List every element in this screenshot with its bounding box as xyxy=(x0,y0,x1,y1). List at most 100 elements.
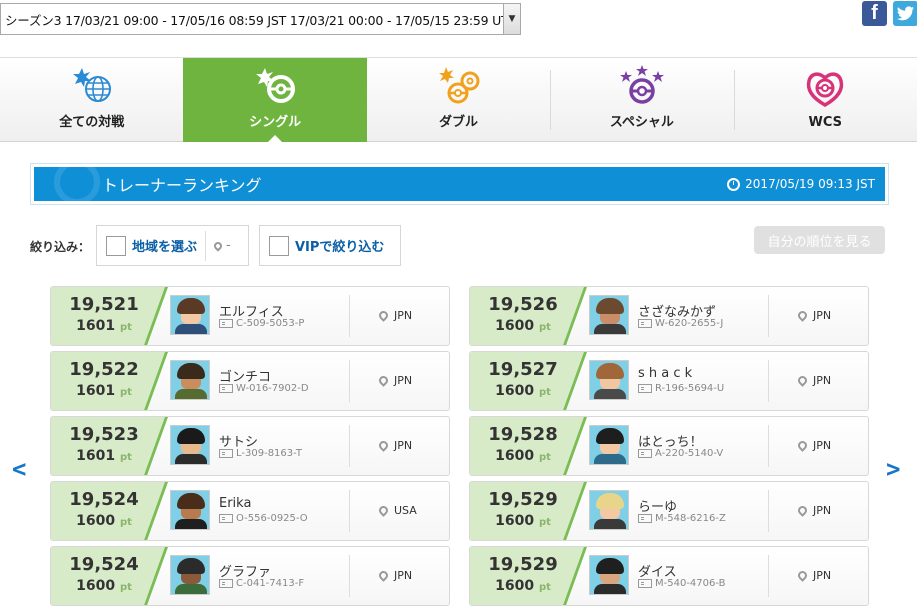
pokeball-watermark-icon xyxy=(54,167,100,201)
avatar xyxy=(589,295,629,335)
pt-unit: pt xyxy=(119,322,132,333)
pt-unit: pt xyxy=(538,517,551,528)
ranking-card[interactable]: 19,529 1600 pt ダイス M-540-4706-B JPN xyxy=(469,546,869,606)
divider xyxy=(768,295,769,337)
vip-filter-label[interactable]: VIPで絞り込む xyxy=(295,236,384,255)
avatar xyxy=(589,425,629,465)
tab-label: シングル xyxy=(249,115,302,130)
player-id-text: W-016-7902-D xyxy=(236,383,309,394)
prev-page-arrow-icon[interactable]: < xyxy=(12,455,26,483)
player-id-text: L-309-8163-T xyxy=(236,448,302,459)
rating-points: 1600 pt xyxy=(478,383,568,399)
ranking-card[interactable]: 19,522 1601 pt ゴンチコ W-016-7902-D JPN xyxy=(50,351,450,411)
next-page-arrow-icon[interactable]: > xyxy=(886,455,900,483)
region-checkbox[interactable] xyxy=(106,235,126,256)
region-filter[interactable]: 地域を選ぶ - xyxy=(96,225,249,266)
pt-unit: pt xyxy=(119,517,132,528)
vip-filter[interactable]: VIPで絞り込む xyxy=(259,225,401,266)
player-id-text: M-540-4706-B xyxy=(655,578,726,589)
player-country: JPN xyxy=(377,569,412,582)
player-id: M-540-4706-B xyxy=(638,578,726,589)
tab-special[interactable]: スペシャル xyxy=(550,58,733,142)
location-pin-icon xyxy=(796,439,809,452)
divider xyxy=(768,360,769,402)
country-code: JPN xyxy=(813,569,832,582)
view-own-rank-button[interactable]: 自分の順位を見る xyxy=(754,226,885,254)
player-id: W-016-7902-D xyxy=(219,383,309,394)
pt-unit: pt xyxy=(538,582,551,593)
season-select[interactable]: シーズン3 17/03/21 09:00 - 17/05/16 08:59 JS… xyxy=(0,3,521,35)
ranking-card[interactable]: 19,524 1600 pt グラファ C-041-7413-F JPN xyxy=(50,546,450,606)
rating-value: 1600 xyxy=(495,383,535,399)
player-id-text: W-620-2655-J xyxy=(655,318,724,329)
pt-unit: pt xyxy=(538,452,551,463)
tab-all-battles[interactable]: 全ての対戦 xyxy=(0,58,183,142)
location-pin-icon xyxy=(377,374,390,387)
rank-score: 19,524 xyxy=(69,554,139,575)
id-card-icon xyxy=(219,319,233,328)
season-select-value: シーズン3 17/03/21 09:00 - 17/05/16 08:59 JS… xyxy=(5,12,503,28)
region-filter-label[interactable]: 地域を選ぶ xyxy=(132,236,197,255)
location-pin-icon xyxy=(796,569,809,582)
divider xyxy=(205,230,207,261)
ranking-column-right: 19,526 1600 pt さざなみかず W-620-2655-J JPN 1… xyxy=(469,286,869,610)
ranking-card[interactable]: 19,526 1600 pt さざなみかず W-620-2655-J JPN xyxy=(469,286,869,346)
player-id-text: R-196-5694-U xyxy=(655,383,725,394)
country-code: JPN xyxy=(394,439,413,452)
country-code: JPN xyxy=(813,309,832,322)
divider xyxy=(768,425,769,467)
location-pin-icon xyxy=(796,309,809,322)
avatar xyxy=(589,555,629,595)
avatar xyxy=(170,360,210,400)
ranking-card[interactable]: 19,527 1600 pt s h a c k R-196-5694-U JP… xyxy=(469,351,869,411)
pt-unit: pt xyxy=(119,582,132,593)
divider xyxy=(768,490,769,532)
player-country: JPN xyxy=(796,569,832,582)
tab-single[interactable]: シングル xyxy=(183,58,367,143)
ranking-updated: 2017/05/19 09:13 JST xyxy=(727,177,875,191)
id-card-icon xyxy=(638,384,652,393)
rating-value: 1601 xyxy=(76,383,116,399)
ranking-card[interactable]: 19,524 1600 pt Erika O-556-0925-O USA xyxy=(50,481,450,541)
vip-checkbox[interactable] xyxy=(269,235,289,256)
id-card-icon xyxy=(638,319,652,328)
rating-value: 1600 xyxy=(495,448,535,464)
location-pin-icon xyxy=(796,504,809,517)
ranking-card[interactable]: 19,523 1601 pt サトシ L-309-8163-T JPN xyxy=(50,416,450,476)
single-ball-icon xyxy=(256,68,296,103)
rank-score: 19,528 xyxy=(488,424,558,445)
rating-points: 1600 pt xyxy=(59,578,149,594)
player-id: L-309-8163-T xyxy=(219,448,302,459)
ranking-header: トレーナーランキング 2017/05/19 09:13 JST xyxy=(30,163,889,205)
country-code: JPN xyxy=(813,439,832,452)
player-id: R-196-5694-U xyxy=(638,383,724,394)
rank-score: 19,529 xyxy=(488,489,558,510)
id-card-icon xyxy=(219,579,233,588)
player-country: JPN xyxy=(377,309,412,322)
facebook-icon[interactable]: f xyxy=(862,1,887,26)
tab-wcs[interactable]: WCS xyxy=(733,58,917,142)
location-pin-icon xyxy=(796,374,809,387)
chevron-down-icon[interactable]: ▼ xyxy=(503,4,520,34)
country-code: JPN xyxy=(813,374,832,387)
pt-unit: pt xyxy=(538,387,551,398)
id-card-icon xyxy=(219,449,233,458)
location-pin-icon xyxy=(377,504,390,517)
ranking-card[interactable]: 19,529 1600 pt らーゆ M-548-6216-Z JPN xyxy=(469,481,869,541)
tab-label: 全ての対戦 xyxy=(59,115,125,130)
ranking-card[interactable]: 19,521 1601 pt エルフィス C-509-5053-P JPN xyxy=(50,286,450,346)
rating-points: 1600 pt xyxy=(59,513,149,529)
special-ball-icon xyxy=(619,65,664,104)
avatar xyxy=(589,360,629,400)
rating-value: 1600 xyxy=(76,578,116,594)
tab-double[interactable]: ダブル xyxy=(367,58,550,142)
rating-points: 1600 pt xyxy=(478,318,568,334)
avatar xyxy=(170,490,210,530)
rating-points: 1600 pt xyxy=(478,448,568,464)
rating-value: 1600 xyxy=(495,578,535,594)
ranking-card[interactable]: 19,528 1600 pt はとっち！ A-220-5140-V JPN xyxy=(469,416,869,476)
twitter-icon[interactable] xyxy=(893,1,917,26)
player-country: JPN xyxy=(377,439,413,452)
region-value: - xyxy=(226,238,231,253)
filter-label: 絞り込み： xyxy=(30,240,91,254)
